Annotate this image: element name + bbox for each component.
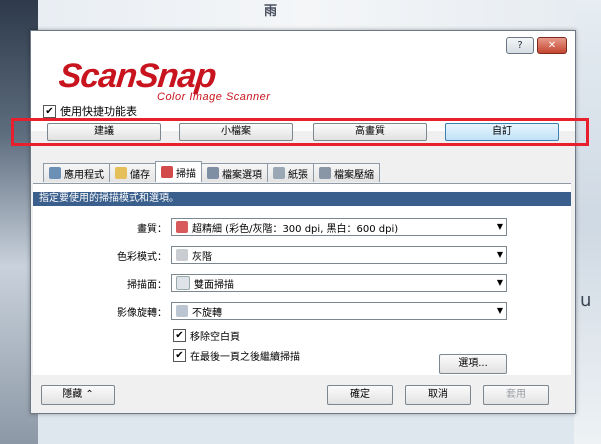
scansnap-settings-window: ? ✕ ScanSnap Color Image Scanner ✔ 使用快捷功… bbox=[30, 30, 576, 414]
color-mode-icon bbox=[176, 249, 188, 261]
help-button[interactable]: ? bbox=[506, 37, 534, 54]
chevron-down-icon: ▼ bbox=[496, 306, 503, 315]
rotation-label: 影像旋轉： bbox=[117, 307, 167, 319]
chevron-down-icon: ▼ bbox=[496, 278, 503, 287]
quick-menu-label: 使用快捷功能表 bbox=[60, 105, 137, 118]
ok-button[interactable]: 確定 bbox=[327, 385, 393, 405]
continue-scan-checkbox[interactable]: ✔ bbox=[173, 349, 186, 362]
rotation-row: 影像旋轉： 不旋轉 ▼ bbox=[33, 302, 507, 320]
window-header: ? ✕ ScanSnap Color Image Scanner ✔ 使用快捷功… bbox=[31, 31, 575, 131]
panel-hint: 指定要使用的掃描模式和選項。 bbox=[33, 192, 571, 206]
scan-settings-panel: 指定要使用的掃描模式和選項。 畫質： 超精細 (彩色/灰階：300 dpi, 黑… bbox=[33, 183, 571, 376]
tab-label: 檔案選項 bbox=[222, 169, 262, 181]
dialog-footer: 隱藏 ⌃ 確定 取消 套用 bbox=[31, 375, 575, 413]
quality-value: 超精細 (彩色/灰階：300 dpi, 黑白：600 dpi) bbox=[192, 223, 399, 235]
chevron-down-icon: ▼ bbox=[496, 222, 503, 231]
tab-compression[interactable]: 檔案壓縮 bbox=[313, 163, 380, 182]
rotate-icon bbox=[176, 305, 188, 317]
tab-label: 掃描 bbox=[176, 168, 196, 180]
highlight-annotation bbox=[11, 118, 589, 146]
hide-button[interactable]: 隱藏 ⌃ bbox=[41, 385, 115, 405]
rotation-value: 不旋轉 bbox=[192, 307, 222, 319]
logo-main-text: ScanSnap bbox=[57, 57, 218, 95]
tab-save[interactable]: 儲存 bbox=[109, 163, 156, 182]
tab-scan[interactable]: 掃描 bbox=[155, 161, 202, 182]
color-mode-label: 色彩模式： bbox=[117, 251, 167, 263]
wallpaper-text-top: 雨 bbox=[264, 4, 278, 19]
file-options-icon bbox=[207, 167, 219, 179]
chevron-up-icon: ⌃ bbox=[85, 389, 94, 400]
quick-menu-option[interactable]: ✔ 使用快捷功能表 bbox=[43, 103, 137, 119]
cancel-button[interactable]: 取消 bbox=[405, 385, 471, 405]
tab-application[interactable]: 應用程式 bbox=[43, 163, 110, 182]
scan-icon bbox=[161, 166, 173, 178]
remove-blank-checkbox[interactable]: ✔ bbox=[173, 329, 186, 342]
scan-side-label: 掃描面： bbox=[127, 279, 167, 291]
scan-side-row: 掃描面： 雙面掃描 ▼ bbox=[33, 274, 507, 292]
continue-scan-label: 在最後一頁之後繼續掃描 bbox=[190, 352, 300, 363]
folder-icon bbox=[115, 167, 127, 179]
quality-label: 畫質： bbox=[137, 223, 167, 235]
hide-button-label: 隱藏 bbox=[62, 389, 83, 400]
apply-button[interactable]: 套用 bbox=[483, 385, 549, 405]
application-icon bbox=[49, 167, 61, 179]
quality-row: 畫質： 超精細 (彩色/灰階：300 dpi, 黑白：600 dpi) ▼ bbox=[33, 218, 507, 236]
quick-menu-checkbox[interactable]: ✔ bbox=[43, 104, 56, 118]
remove-blank-option[interactable]: ✔ 移除空白頁 bbox=[173, 328, 240, 343]
wallpaper-art-right bbox=[574, 0, 601, 444]
logo-sub-text: Color Image Scanner bbox=[157, 91, 271, 103]
quality-select[interactable]: 超精細 (彩色/灰階：300 dpi, 黑白：600 dpi) ▼ bbox=[171, 218, 507, 236]
tab-file-options[interactable]: 檔案選項 bbox=[201, 163, 268, 182]
scansnap-logo: ScanSnap Color Image Scanner bbox=[57, 57, 270, 103]
duplex-icon bbox=[176, 276, 190, 290]
compression-icon bbox=[319, 167, 331, 179]
color-mode-value: 灰階 bbox=[192, 251, 212, 263]
tab-label: 紙張 bbox=[288, 169, 308, 181]
wallpaper-art-top bbox=[38, 0, 574, 30]
scan-side-value: 雙面掃描 bbox=[194, 279, 234, 291]
tab-label: 儲存 bbox=[130, 169, 150, 181]
close-button[interactable]: ✕ bbox=[537, 37, 567, 54]
remove-blank-label: 移除空白頁 bbox=[190, 332, 240, 343]
settings-tabs: 應用程式 儲存 掃描 檔案選項 紙張 檔案壓縮 bbox=[43, 161, 380, 183]
paper-icon bbox=[273, 167, 285, 179]
wallpaper-text-right: u bbox=[580, 290, 592, 311]
chevron-down-icon: ▼ bbox=[496, 250, 503, 259]
tab-paper[interactable]: 紙張 bbox=[267, 163, 314, 182]
color-mode-row: 色彩模式： 灰階 ▼ bbox=[33, 246, 507, 264]
color-mode-select[interactable]: 灰階 ▼ bbox=[171, 246, 507, 264]
quality-icon bbox=[176, 221, 188, 233]
options-button[interactable]: 選項... bbox=[439, 354, 507, 374]
rotation-select[interactable]: 不旋轉 ▼ bbox=[171, 302, 507, 320]
tab-label: 應用程式 bbox=[64, 169, 104, 181]
tab-label: 檔案壓縮 bbox=[334, 169, 374, 181]
continue-scan-option[interactable]: ✔ 在最後一頁之後繼續掃描 bbox=[173, 348, 300, 363]
title-buttons: ? ✕ bbox=[506, 37, 567, 54]
scan-side-select[interactable]: 雙面掃描 ▼ bbox=[171, 274, 507, 292]
